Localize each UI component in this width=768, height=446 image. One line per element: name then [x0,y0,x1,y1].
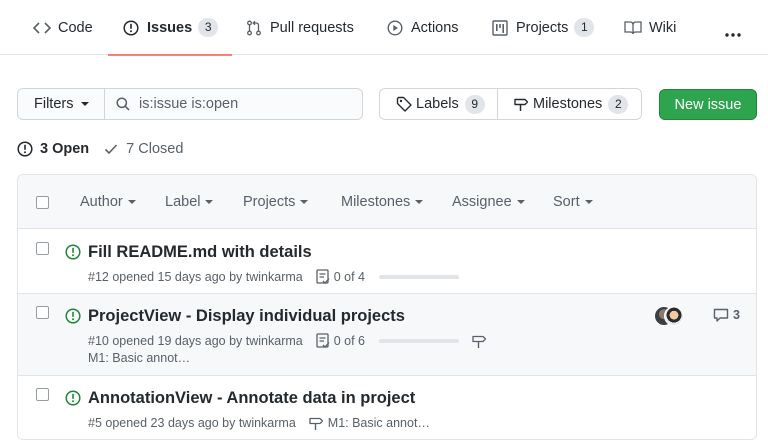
author-filter[interactable]: Author [80,194,136,210]
tab-code-label: Code [58,19,93,36]
issue-opened-icon [17,141,33,157]
open-issues-label: 3 Open [40,141,90,157]
issue-row[interactable]: ProjectView - Display individual project… [18,294,756,376]
comments-link[interactable]: 3 [713,307,740,323]
issue-open-icon [65,308,81,324]
project-icon [491,19,509,37]
milestones-count-badge: 2 [608,94,629,114]
chevron-down-icon [81,102,90,106]
issue-checkbox[interactable] [36,388,49,401]
code-icon [33,19,51,37]
issue-opened-info: #12 opened 15 days ago by twinkarma [88,270,303,284]
issues-count-badge: 3 [198,18,219,37]
git-pull-request-icon [245,19,263,37]
closed-issues-link[interactable]: 7 Closed [103,141,183,157]
issue-meta: #10 opened 19 days ago by twinkarma 0 of… [88,333,491,349]
play-icon [386,19,404,37]
checklist-icon [315,269,331,285]
issue-row[interactable]: AnnotationView - Annotate data in projec… [18,376,756,439]
more-menu-button[interactable] [723,22,743,42]
check-icon [103,141,119,157]
tab-actions[interactable]: Actions [386,0,459,55]
author-filter-label: Author [80,194,123,210]
labels-button[interactable]: Labels 9 [379,88,498,120]
issue-meta: #12 opened 15 days ago by twinkarma 0 of… [88,269,460,285]
new-issue-button[interactable]: New issue [659,89,757,120]
issue-open-icon [65,390,81,406]
task-progress-bar [379,275,460,279]
select-all-checkbox[interactable] [36,196,49,209]
assignee-filter[interactable]: Assignee [452,194,525,210]
labels-label: Labels [416,96,459,112]
issue-milestone-link[interactable]: M1: Basic annot… [88,351,190,365]
tab-wiki[interactable]: Wiki [624,0,676,55]
milestone-icon[interactable] [471,333,487,349]
issue-checkbox[interactable] [36,306,49,319]
label-filter[interactable]: Label [165,194,214,210]
chevron-down-icon [300,200,309,205]
issue-checkbox[interactable] [36,242,49,255]
book-icon [624,19,642,37]
tab-pull-requests[interactable]: Pull requests [245,0,354,55]
checklist-icon [315,333,331,349]
chevron-down-icon [584,200,593,205]
assignee-filter-label: Assignee [452,194,512,210]
milestone-icon [308,415,324,431]
avatar[interactable] [664,306,684,326]
comments-count: 3 [733,308,740,322]
issue-title-link[interactable]: Fill README.md with details [88,243,312,262]
issues-list: Author Label Projects Milestones Assigne… [17,174,757,440]
task-progress-text: 0 of 4 [333,270,366,284]
chevron-down-icon [516,200,525,205]
tab-issues-label: Issues [147,19,193,36]
milestones-button[interactable]: Milestones 2 [497,88,642,120]
issue-milestone-link[interactable]: M1: Basic annot… [328,416,430,430]
issue-opened-info: #5 opened 23 days ago by twinkarma [88,416,296,430]
milestones-filter-label: Milestones [341,194,411,210]
milestones-filter[interactable]: Milestones [341,194,424,210]
issue-opened-icon [122,19,140,37]
chevron-down-icon [127,200,136,205]
filters-button[interactable]: Filters [17,88,105,120]
assignee-avatars[interactable] [654,306,686,328]
closed-issues-label: 7 Closed [126,141,184,157]
tab-projects[interactable]: Projects 1 [491,0,595,55]
repo-tab-nav: Code Issues 3 Pull requests Actions Proj… [0,0,768,56]
task-progress-text: 0 of 6 [333,334,366,348]
labels-count-badge: 9 [464,94,485,114]
open-issues-link[interactable]: 3 Open [17,141,89,157]
tab-projects-label: Projects [516,19,569,36]
search-field[interactable] [104,88,363,120]
tag-icon [396,96,412,112]
issues-list-header: Author Label Projects Milestones Assigne… [18,175,756,229]
comment-icon [713,307,729,323]
issue-meta: #5 opened 23 days ago by twinkarma M1: B… [88,415,430,431]
filters-label: Filters [34,96,74,112]
milestones-label: Milestones [533,96,603,112]
milestone-icon [513,96,529,112]
issue-title-link[interactable]: ProjectView - Display individual project… [88,307,405,326]
projects-filter[interactable]: Projects [243,194,309,210]
tab-pull-requests-label: Pull requests [270,19,354,36]
kebab-horizontal-icon [724,24,742,40]
issue-opened-info: #10 opened 19 days ago by twinkarma [88,334,303,348]
sort-filter[interactable]: Sort [553,194,593,210]
issue-title-link[interactable]: AnnotationView - Annotate data in projec… [88,389,415,408]
issue-state-toggle: 3 Open 7 Closed [17,138,183,160]
projects-filter-label: Projects [243,194,296,210]
sort-filter-label: Sort [553,194,580,210]
search-icon [115,96,131,112]
tab-actions-label: Actions [411,19,459,36]
issue-open-icon [65,244,81,260]
chevron-down-icon [205,200,214,205]
projects-count-badge: 1 [574,18,595,37]
tab-issues[interactable]: Issues 3 [107,0,233,56]
task-progress-bar [379,339,460,343]
chevron-down-icon [415,200,424,205]
tab-wiki-label: Wiki [649,19,677,36]
issue-row[interactable]: Fill README.md with details #12 opened 1… [18,230,756,294]
search-input[interactable] [139,96,339,112]
label-filter-label: Label [165,194,201,210]
tab-code[interactable]: Code [33,0,93,55]
